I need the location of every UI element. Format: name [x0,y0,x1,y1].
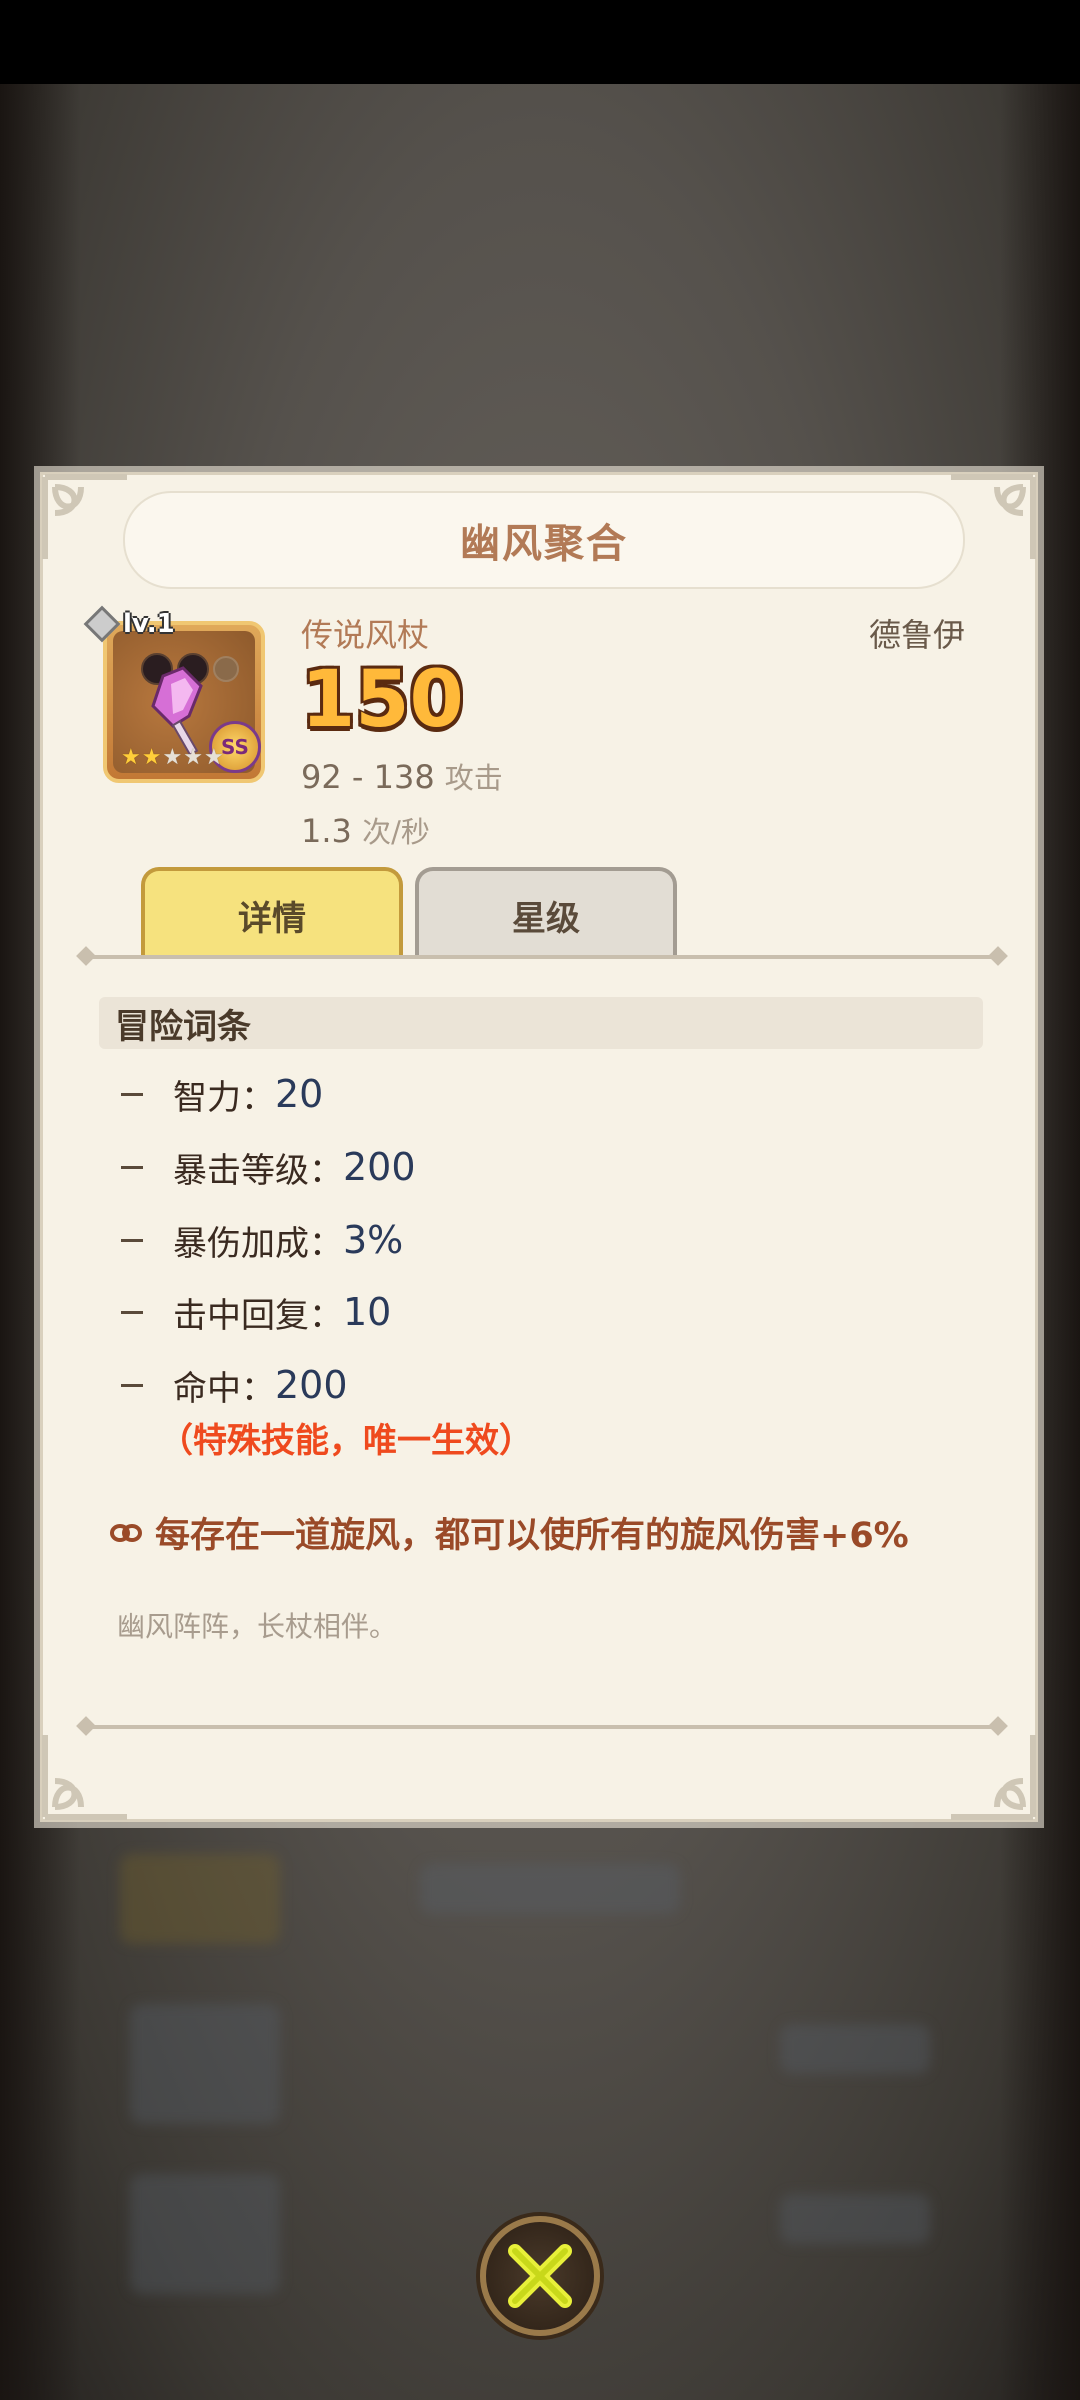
attribute-value: 200 [275,1363,348,1407]
attack-speed-value: 1.3 [301,812,352,850]
level-indicator: lv.1 [83,605,175,643]
attribute-label: 智力： [173,1077,275,1118]
set-effect: 每存在一道旋风，都可以使所有的旋风伤害+6% [109,1507,909,1558]
level-text: lv.1 [123,609,175,639]
tab-stars[interactable]: 星级 [415,867,677,959]
attribute-row: 命中： 200 [121,1360,348,1410]
attack-speed: 1.3 次/秒 [301,809,430,851]
special-skill-note: （特殊技能，唯一生效） [159,1421,533,1461]
tab-details[interactable]: 详情 [141,867,403,959]
corner-ornament [947,1731,1037,1821]
flavor-text: 幽风阵阵，长杖相伴。 [117,1610,398,1643]
star-filled-icon: ★ [141,745,162,770]
divider [85,955,999,959]
attribute-label: 击中回复： [173,1295,343,1336]
attribute-label: 暴伤加成： [173,1223,343,1264]
attack-speed-unit: 次/秒 [362,815,430,849]
corner-ornament [41,1731,131,1821]
attribute-row: 击中回复： 10 [121,1287,391,1337]
attribute-value: 200 [343,1145,416,1189]
attribute-label: 命中： [173,1368,275,1409]
item-icon-frame[interactable]: SS ★ ★ ★ ★ ★ [103,621,265,783]
section-header: 冒险词条 [99,997,983,1049]
close-x-icon [508,2244,572,2308]
attribute-value: 10 [343,1290,392,1334]
title-banner: 幽风聚合 [123,491,965,589]
star-empty-icon: ★ [203,745,224,770]
attack-range: 92 - 138 攻击 [301,755,503,797]
divider [85,1725,999,1729]
attack-power: 150 [301,655,464,745]
star-rating: ★ ★ ★ ★ ★ [121,747,224,769]
dialog-title: 幽风聚合 [460,521,628,567]
status-bar [0,0,1080,84]
star-empty-icon: ★ [162,745,183,770]
corner-ornament [41,473,131,563]
attribute-value: 3% [343,1218,404,1262]
chain-link-icon [110,1523,142,1542]
attack-range-value: 92 - 138 [301,758,435,796]
attribute-label: 暴击等级： [173,1150,343,1191]
attack-range-unit: 攻击 [444,761,503,795]
item-detail-dialog: 幽风聚合 SS ★ ★ ★ ★ ★ lv.1 传说风杖 德鲁伊 150 92 -… [40,472,1038,1822]
section-header-text: 冒险词条 [115,1006,251,1047]
socket-locked-icon [213,656,239,682]
attribute-row: 暴击等级： 200 [121,1142,416,1192]
star-empty-icon: ★ [183,745,203,770]
attribute-row: 暴伤加成： 3% [121,1215,403,1265]
level-diamond-icon [83,605,121,643]
crystal-staff-icon [151,666,203,756]
set-effect-text: 每存在一道旋风，都可以使所有的旋风伤害+6% [155,1516,909,1556]
attribute-value: 20 [275,1072,324,1116]
close-button[interactable] [480,2216,600,2336]
item-name: 传说风杖 [301,616,430,654]
item-class: 德鲁伊 [868,616,965,654]
star-filled-icon: ★ [121,745,141,770]
attribute-row: 智力： 20 [121,1069,323,1119]
